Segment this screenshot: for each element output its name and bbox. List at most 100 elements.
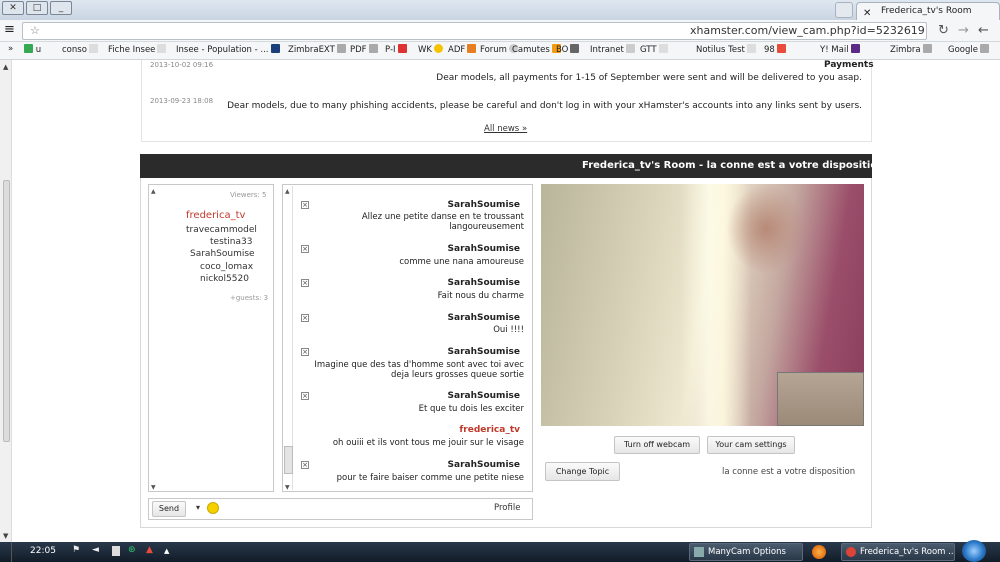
user-item[interactable]: nickol5520 xyxy=(200,274,249,284)
bookmark-star-icon[interactable]: ☆ xyxy=(30,24,40,37)
bookmark-item[interactable]: BO xyxy=(556,44,580,55)
bookmark-item[interactable]: Notilus Test xyxy=(696,44,756,55)
page-scrollbar-thumb[interactable] xyxy=(3,180,10,442)
news-date: 2013-09-23 18:08 xyxy=(150,97,214,105)
change-topic-button[interactable]: Change Topic xyxy=(545,462,620,481)
new-tab-button[interactable] xyxy=(835,2,853,18)
taskbar-task[interactable]: ManyCam Options xyxy=(689,543,803,561)
maximize-window-button[interactable]: □ xyxy=(26,1,48,15)
bookmark-item[interactable]: Fiche Insee xyxy=(108,44,167,55)
room-topic: la conne est a votre disposition xyxy=(722,467,856,477)
chat-author[interactable]: SarahSoumise xyxy=(448,244,520,254)
all-news-link[interactable]: All news » xyxy=(484,124,527,134)
delete-message-icon[interactable]: × xyxy=(301,348,309,356)
scroll-up-icon[interactable]: ▲ xyxy=(285,188,290,195)
scroll-down-icon[interactable]: ▼ xyxy=(3,532,8,540)
scroll-down-icon[interactable]: ▼ xyxy=(285,484,290,491)
chat-scrollbar-thumb[interactable] xyxy=(284,446,293,474)
back-icon[interactable]: ← xyxy=(978,23,989,38)
bookmark-item[interactable]: ADF xyxy=(448,44,477,55)
close-window-button[interactable]: ✕ xyxy=(2,1,24,15)
chrome-icon xyxy=(846,547,856,557)
flag-icon[interactable]: ⚑ xyxy=(72,545,80,555)
user-owner[interactable]: frederica_tv xyxy=(186,210,245,221)
bookmark-item[interactable]: Y! Mail xyxy=(820,44,860,55)
bookmark-item[interactable]: Google xyxy=(948,44,989,55)
tray-app-icon[interactable]: ▲ xyxy=(146,545,153,555)
tray-expand-icon[interactable]: ▲ xyxy=(164,547,169,555)
chat-author[interactable]: SarahSoumise xyxy=(448,391,520,401)
bookmark-item[interactable]: Camutes xyxy=(512,44,561,55)
delete-message-icon[interactable]: × xyxy=(301,201,309,209)
zimbra-icon xyxy=(336,44,346,53)
bookmark-item[interactable]: conso xyxy=(62,44,98,55)
start-button[interactable] xyxy=(962,540,986,562)
chat-author[interactable]: SarahSoumise xyxy=(448,278,520,288)
delete-message-icon[interactable]: × xyxy=(301,314,309,322)
bookmark-item[interactable]: PDF xyxy=(350,44,378,55)
webcam-preview-thumbnail xyxy=(777,372,864,426)
send-button[interactable]: Send xyxy=(152,501,186,517)
chat-message-input[interactable] xyxy=(222,500,484,518)
firefox-icon[interactable] xyxy=(812,545,826,559)
chat-message: Fait nous du charme xyxy=(437,291,524,301)
forward-icon[interactable]: → xyxy=(958,23,969,38)
tab-title: Frederica_tv's Room xyxy=(881,6,972,16)
minimize-window-button[interactable]: _ xyxy=(50,1,72,15)
bookmark-item[interactable]: WK xyxy=(418,44,443,55)
chat-message: comme une nana amoureuse xyxy=(399,257,524,267)
reload-icon[interactable]: ↻ xyxy=(938,23,949,38)
sfr-icon xyxy=(776,44,786,53)
taskbar-task[interactable]: Frederica_tv's Room ... xyxy=(841,543,955,561)
turn-off-webcam-button[interactable]: Turn off webcam xyxy=(614,436,700,454)
emoji-dropdown-icon[interactable]: ▾ xyxy=(196,503,200,512)
guests-count: +guests: 3 xyxy=(230,294,269,302)
delete-message-icon[interactable]: × xyxy=(301,245,309,253)
settings-icon xyxy=(625,44,635,53)
chat-author[interactable]: frederica_tv xyxy=(459,425,520,435)
news-item: Dear models, all payments for 1-15 of Se… xyxy=(436,73,862,83)
clock[interactable]: 22:05 xyxy=(30,546,56,556)
chat-scrollbar[interactable] xyxy=(284,186,293,490)
zimbra-icon xyxy=(922,44,932,53)
chat-message: Imagine que des tas d'homme sont avec to… xyxy=(314,360,524,370)
delete-message-icon[interactable]: × xyxy=(301,279,309,287)
bookmark-item[interactable]: GTT xyxy=(640,44,668,55)
chat-author[interactable]: SarahSoumise xyxy=(448,200,520,210)
bookmark-item[interactable]: P-I xyxy=(385,44,407,55)
user-item[interactable]: coco_lomax xyxy=(200,262,253,272)
yahoo-icon xyxy=(850,44,860,53)
tab-active[interactable]: ✕ Frederica_tv's Room xyxy=(856,2,1000,20)
zimbra-icon xyxy=(368,44,378,53)
bookmark-item[interactable]: Intranet xyxy=(590,44,635,55)
user-item[interactable]: travecammodel xyxy=(186,225,257,235)
smiley-icon[interactable] xyxy=(207,502,219,514)
bookmark-item[interactable]: Insee - Population - ... xyxy=(176,44,280,55)
menu-icon[interactable]: ≡ xyxy=(4,23,15,37)
flame-icon xyxy=(467,44,477,53)
battery-icon[interactable] xyxy=(112,546,120,556)
network-icon[interactable]: ⊛ xyxy=(128,545,136,555)
scroll-up-icon[interactable]: ▲ xyxy=(151,188,156,195)
profile-button[interactable]: Profile xyxy=(494,503,520,513)
delete-message-icon[interactable]: × xyxy=(301,461,309,469)
scroll-down-icon[interactable]: ▼ xyxy=(151,484,156,491)
volume-icon[interactable]: ◄ xyxy=(92,545,99,555)
bookmark-item[interactable]: 98 xyxy=(764,44,786,55)
bookmark-item[interactable]: Zimbra xyxy=(890,44,932,55)
bookmarks-overflow-icon[interactable]: » xyxy=(8,44,13,54)
page-icon xyxy=(88,44,98,53)
show-desktop-button[interactable] xyxy=(0,542,12,562)
user-item[interactable]: testina33 xyxy=(210,237,252,247)
chat-author[interactable]: SarahSoumise xyxy=(448,460,520,470)
delete-message-icon[interactable]: × xyxy=(301,392,309,400)
user-item[interactable]: SarahSoumise xyxy=(190,249,255,259)
cam-settings-button[interactable]: Your cam settings xyxy=(707,436,795,454)
chat-author[interactable]: SarahSoumise xyxy=(448,313,520,323)
bookmark-item[interactable]: ZimbraEXT xyxy=(288,44,346,55)
room-title: Frederica_tv's Room - la conne est a vot… xyxy=(140,154,884,178)
scroll-up-icon[interactable]: ▲ xyxy=(3,63,8,71)
chat-author[interactable]: SarahSoumise xyxy=(448,347,520,357)
close-tab-icon[interactable]: ✕ xyxy=(863,5,871,20)
bookmark-apps[interactable]: u xyxy=(22,44,41,55)
